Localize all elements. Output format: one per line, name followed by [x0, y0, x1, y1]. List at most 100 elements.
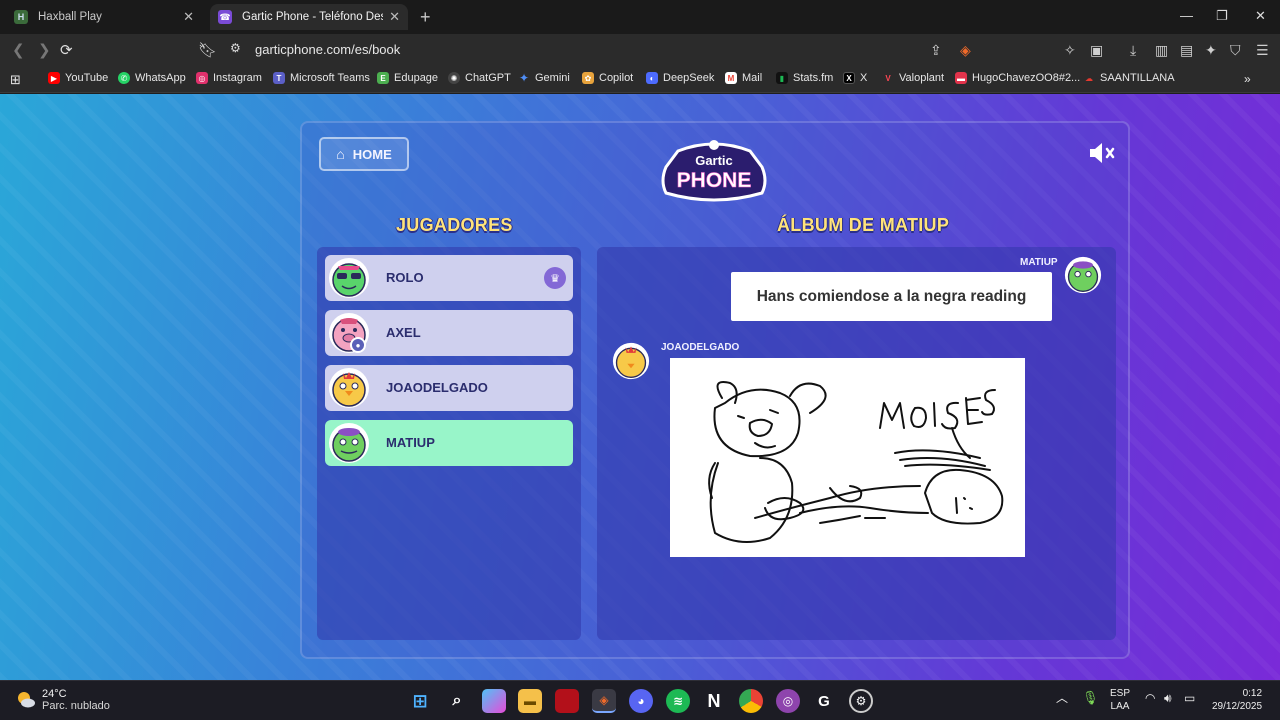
brave-shield-icon[interactable]: ◈: [960, 42, 971, 59]
url-field[interactable]: garticphone.com/es/book: [255, 42, 400, 57]
apps-icon[interactable]: ⊞: [10, 72, 21, 88]
bookmark-valoplant[interactable]: V Valoplant: [882, 72, 944, 84]
tab-bar: H Haxball Play ✕ ☎ Gartic Phone - Teléfo…: [0, 0, 1280, 34]
forward-icon[interactable]: ❯: [38, 41, 51, 59]
chicken-avatar-icon: [612, 342, 650, 380]
bookmark-copilot[interactable]: ✿ Copilot: [582, 72, 633, 84]
close-tab-icon[interactable]: ✕: [183, 9, 194, 25]
chrome-icon[interactable]: [739, 689, 763, 713]
spotify-icon[interactable]: ≋: [666, 689, 690, 713]
close-tab-icon[interactable]: ✕: [389, 9, 400, 25]
share-icon[interactable]: ⇪: [930, 42, 942, 59]
entry-author: MATIUP: [1020, 257, 1058, 268]
player-row[interactable]: ROLO ♛: [325, 255, 573, 301]
restore-icon[interactable]: ❐: [1216, 8, 1228, 24]
brave-taskbar-icon[interactable]: ◈: [592, 689, 616, 713]
sidebar-icon[interactable]: ▥: [1155, 42, 1168, 59]
extensions-icon[interactable]: ✧: [1064, 42, 1076, 59]
back-icon[interactable]: ❮: [12, 41, 25, 59]
chicken-avatar-icon: [329, 368, 369, 408]
battery-icon[interactable]: ▭: [1184, 692, 1195, 705]
logitech-icon[interactable]: G: [812, 689, 836, 713]
bookmark-whatsapp[interactable]: ✆ WhatsApp: [118, 72, 186, 84]
player-row[interactable]: ● AXEL: [325, 310, 573, 356]
steam-icon[interactable]: ⚙: [849, 689, 873, 713]
bookmark-hugochavez[interactable]: ▬ HugoChavezOO8#2...: [955, 72, 1080, 84]
bookmark-label: DeepSeek: [663, 72, 715, 84]
reload-icon[interactable]: ⟳: [60, 41, 73, 59]
player-name: JOAODELGADO: [386, 380, 488, 395]
whatsapp-icon: ✆: [118, 72, 130, 84]
bookmark-label: WhatsApp: [135, 72, 186, 84]
screenshot-icon[interactable]: ▣: [1090, 42, 1103, 59]
bookmark-label: Gemini: [535, 72, 570, 84]
bookmark-label: Valoplant: [899, 72, 945, 84]
vpn-icon[interactable]: ⛉: [1230, 42, 1241, 59]
bookmark-instagram[interactable]: ◎ Instagram: [196, 72, 262, 84]
haxball-icon: H: [14, 10, 28, 24]
gmail-icon: M: [725, 72, 737, 84]
bookmark-icon[interactable]: 🔖︎: [198, 41, 217, 59]
language-indicator[interactable]: ESP LAA: [1110, 687, 1130, 713]
microphone-icon[interactable]: 🎙︎: [1082, 691, 1099, 704]
partly-cloudy-icon: [18, 692, 35, 708]
player-name: ROLO: [386, 270, 424, 285]
deepseek-icon: ◐: [646, 72, 658, 84]
minimize-icon[interactable]: —: [1180, 8, 1193, 23]
start-icon[interactable]: ⊞: [408, 689, 432, 713]
bookmark-teams[interactable]: T Microsoft Teams: [273, 72, 370, 84]
discord-icon[interactable]: ◕: [629, 689, 653, 713]
bookmark-mail[interactable]: M Mail: [725, 72, 762, 84]
drawing-entry: [670, 358, 1025, 557]
player-row[interactable]: JOAODELGADO: [325, 365, 573, 411]
search-icon[interactable]: ⌕: [445, 689, 469, 713]
weather-desc: Parc. nublado: [42, 700, 110, 712]
clock[interactable]: 0:12 29/12/2025: [1212, 687, 1262, 713]
menu-icon[interactable]: ☰: [1256, 42, 1269, 59]
crown-icon: ♛: [544, 267, 566, 289]
bookmark-label: Stats.fm: [793, 72, 834, 84]
bookmark-edupage[interactable]: E Edupage: [377, 72, 438, 84]
tab-gartic[interactable]: ☎ Gartic Phone - Teléfono Descomp ✕: [210, 4, 408, 30]
wifi-icon[interactable]: ◠: [1145, 692, 1155, 705]
bookmark-youtube[interactable]: ▶ YouTube: [48, 72, 108, 84]
bookmark-gemini[interactable]: ✦ Gemini: [518, 71, 570, 85]
close-window-icon[interactable]: ✕: [1255, 8, 1266, 24]
date: 29/12/2025: [1212, 701, 1263, 712]
bookmark-label: YouTube: [65, 72, 109, 84]
user-badge-icon: ●: [350, 337, 366, 353]
site-settings-icon[interactable]: ⚙: [230, 41, 241, 55]
home-button[interactable]: ⌂ HOME: [319, 137, 409, 171]
copilot-icon: ✿: [582, 72, 594, 84]
players-panel: ROLO ♛ ● AXEL JOAODELGADO MATIUP: [317, 247, 581, 640]
mute-icon[interactable]: [1088, 142, 1118, 164]
bookmark-label: Mail: [742, 72, 763, 84]
more-bookmarks-icon[interactable]: »: [1244, 72, 1251, 86]
notion-icon[interactable]: N: [702, 689, 726, 713]
copilot-taskbar-icon[interactable]: [482, 689, 506, 713]
app-icon[interactable]: ◎: [776, 689, 800, 713]
new-tab-button[interactable]: +: [420, 7, 431, 28]
tray-chevron-icon[interactable]: ︿: [1056, 692, 1068, 705]
leo-icon[interactable]: ✦: [1205, 42, 1217, 59]
bookmark-chatgpt[interactable]: ✺ ChatGPT: [448, 72, 511, 84]
bookmark-x[interactable]: XX: [843, 72, 867, 84]
weather-widget[interactable]: 24°C Parc. nublado: [16, 688, 110, 712]
profile-icon: ▬: [955, 72, 967, 84]
logo-word-1: Gartic: [695, 153, 733, 168]
player-row-active[interactable]: MATIUP: [325, 420, 573, 466]
bookmark-statsfm[interactable]: ▮ Stats.fm: [776, 72, 833, 84]
bookmark-santillana[interactable]: ☁ SAANTILLANA: [1083, 72, 1175, 84]
download-icon[interactable]: ⤓: [1130, 42, 1136, 59]
file-explorer-icon[interactable]: ▬: [518, 689, 542, 713]
wallet-icon[interactable]: ▤: [1180, 42, 1193, 59]
bookmark-label: X: [860, 72, 868, 84]
lang-code: ESP: [1110, 688, 1131, 699]
edupage-icon: E: [377, 72, 389, 84]
santillana-icon: ☁: [1085, 73, 1093, 83]
frog-avatar-icon: [329, 258, 369, 298]
volume-icon[interactable]: 🔊︎: [1164, 692, 1172, 705]
app-icon[interactable]: [555, 689, 579, 713]
bookmark-deepseek[interactable]: ◐ DeepSeek: [646, 72, 714, 84]
tab-haxball[interactable]: H Haxball Play ✕: [6, 4, 202, 30]
